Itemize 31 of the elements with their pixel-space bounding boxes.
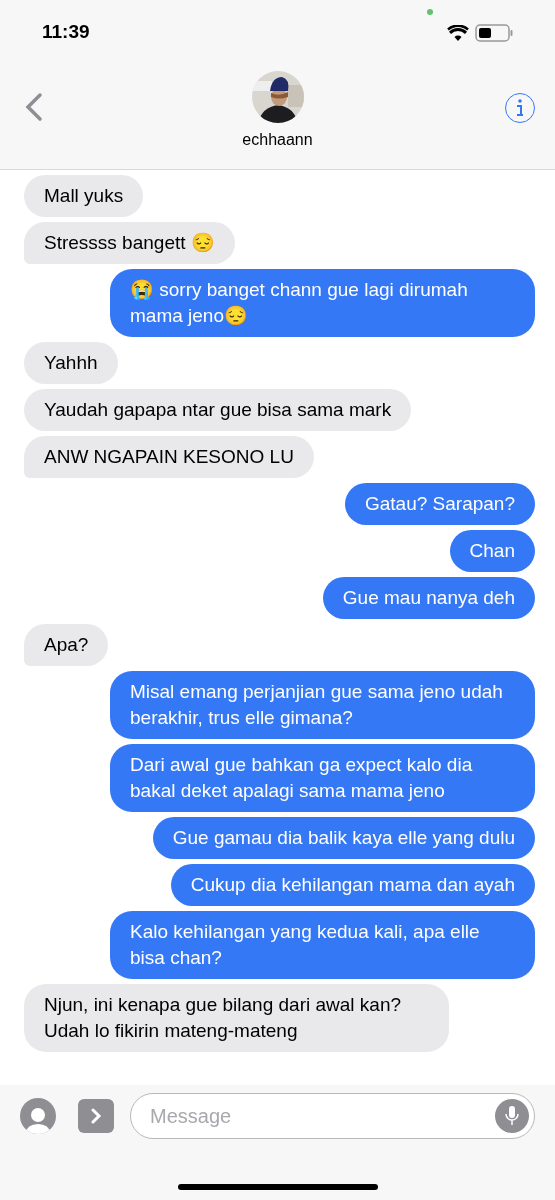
- message-bubble: Gatau? Sarapan?: [345, 483, 535, 525]
- message-bubble: Dari awal gue bahkan ga expect kalo dia bakal deket apalagi sama mama jeno: [110, 744, 535, 812]
- message-bubble: Apa?: [24, 624, 109, 666]
- message-bubble: Njun, ini kenapa gue bilang dari awal kan? Udah lo fikirin mateng-mateng: [24, 984, 449, 1052]
- message-field[interactable]: Message: [130, 1093, 535, 1139]
- message-bubble: Yaudah gapapa ntar gue bisa sama mark: [24, 389, 412, 431]
- contact-button[interactable]: [20, 1098, 56, 1134]
- microphone-button[interactable]: [495, 1099, 529, 1133]
- message-bubble: Gue gamau dia balik kaya elle yang dulu: [152, 817, 535, 859]
- message-bubble: Cukup dia kehilangan mama dan ayah: [170, 864, 535, 906]
- back-chevron-icon: [24, 92, 44, 122]
- message-input[interactable]: Message: [150, 1101, 495, 1131]
- info-icon: [516, 99, 524, 117]
- message-bubble: Gue mau nanya deh: [322, 577, 535, 619]
- message-bubble: Misal emang perjanjian gue sama jeno udah berakhir, trus elle gimana?: [110, 671, 535, 739]
- message-bubble: Stressss bangett 😔: [24, 222, 235, 264]
- message-bubble: Yahhh: [24, 342, 118, 384]
- message-bubble: Kalo kehilangan yang kedua kali, apa elle bisa chan?: [110, 911, 535, 979]
- status-time: 11:39: [42, 20, 90, 45]
- apps-button[interactable]: [78, 1099, 114, 1133]
- message-bubble: ANW NGAPAIN KESONO LU: [24, 436, 314, 478]
- contact-name[interactable]: echhaann: [242, 128, 313, 152]
- message-bubble: Mall yuks: [24, 175, 144, 217]
- chevron-right-icon: [90, 1108, 102, 1124]
- back-button[interactable]: [24, 92, 44, 122]
- battery-icon: [475, 23, 513, 42]
- microphone-icon: [504, 1105, 520, 1127]
- message-bubble: 😭 sorry banget chann gue lagi dirumah mama jeno😔: [110, 269, 535, 337]
- message-bubble: Chan: [449, 530, 535, 572]
- privacy-indicator-icon: [427, 9, 433, 15]
- wifi-icon: [447, 24, 469, 41]
